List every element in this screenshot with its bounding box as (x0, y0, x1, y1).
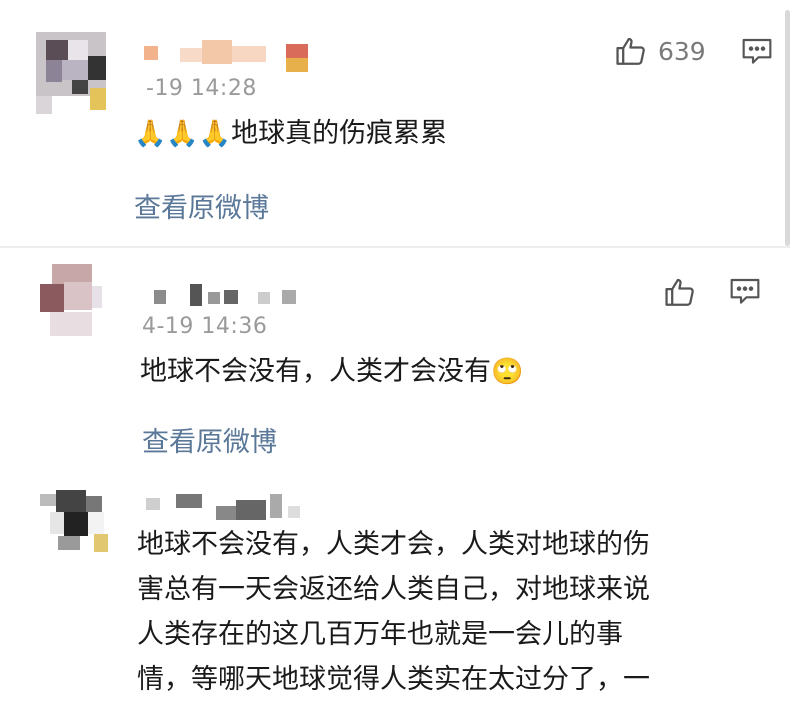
comment-text-line: 人类存在的这几百万年也就是一会儿的事 (137, 619, 623, 650)
like-count: 639 (658, 36, 706, 66)
comment-text: 地球不会没有，人类才会没有🙄 (140, 350, 523, 394)
comment-text-body: 地球不会没有，人类才会没有 (140, 356, 491, 387)
folded-hands-emoji: 🙏🙏🙏 (134, 119, 232, 149)
view-original-link[interactable]: 查看原微博 (134, 186, 269, 225)
like-button[interactable]: 639 (614, 34, 706, 68)
thumbs-up-icon (665, 278, 694, 306)
comment-text-body: 地球真的伤痕累累 (231, 118, 448, 149)
comment-timestamp: 4-19 14:36 (142, 314, 268, 339)
comment-text-line: 地球不会没有，人类才会，人类对地球的伤 (137, 529, 650, 560)
eye-roll-emoji: 🙄 (491, 357, 524, 387)
thumbs-up-icon (616, 37, 645, 65)
comment-timestamp: -19 14:28 (146, 76, 257, 101)
reply-button[interactable] (729, 277, 761, 311)
view-original-link[interactable]: 查看原微博 (142, 420, 277, 459)
avatar[interactable] (40, 264, 102, 342)
comment-3: 地球不会没有，人类才会，人类对地球的伤 害总有一天会返还给人类自己，对地球来说 … (0, 470, 804, 705)
comment-bubble-icon (730, 278, 760, 304)
avatar[interactable] (40, 490, 110, 554)
username-blurred[interactable] (140, 38, 312, 74)
like-button[interactable] (663, 275, 697, 309)
comment-text-line: 害总有一天会返还给人类自己，对地球来说 (137, 574, 650, 605)
username-blurred[interactable] (146, 488, 306, 524)
comment-text-line: 情，等哪天地球觉得人类实在太过分了，一 (137, 664, 650, 695)
comment-2: 4-19 14:36 地球不会没有，人类才会没有🙄 查看原微博 (0, 248, 804, 470)
comment-1: -19 14:28 🙏🙏🙏地球真的伤痕累累 查看原微博 639 (0, 0, 804, 246)
username-blurred[interactable] (148, 278, 308, 314)
comment-bubble-icon (742, 38, 772, 64)
avatar[interactable] (36, 32, 106, 114)
reply-button[interactable] (741, 37, 773, 71)
comment-text: 地球不会没有，人类才会，人类对地球的伤 害总有一天会返还给人类自己，对地球来说 … (137, 522, 757, 702)
comment-text: 🙏🙏🙏地球真的伤痕累累 (134, 112, 447, 156)
scrollbar[interactable] (785, 10, 790, 246)
